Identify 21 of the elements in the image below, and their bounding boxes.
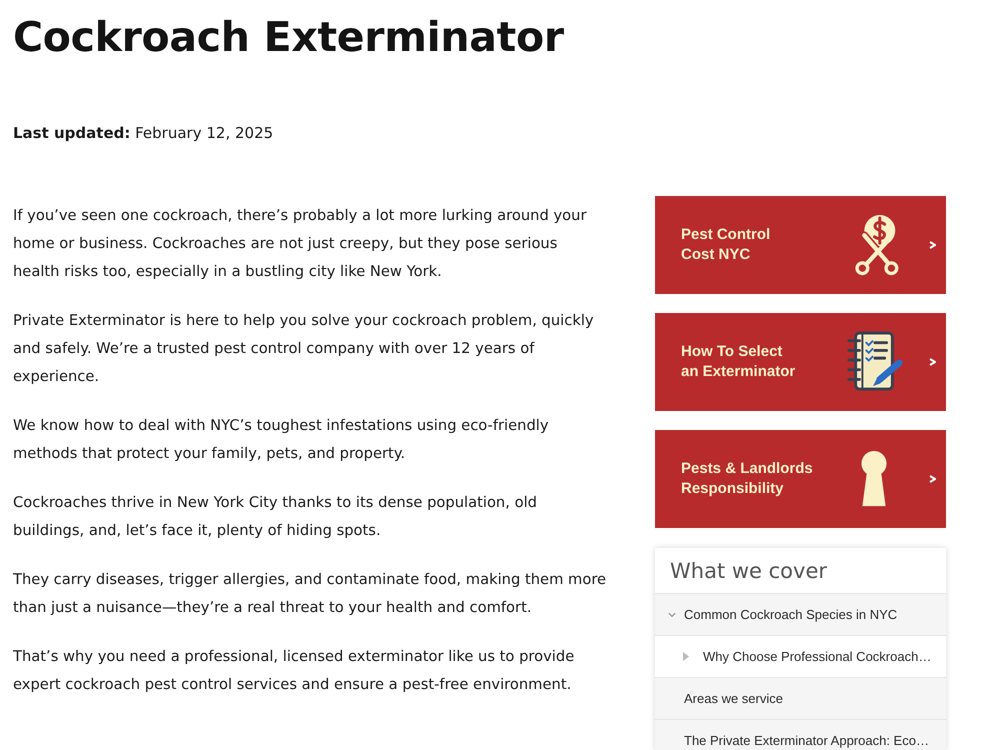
body-paragraph: If you’ve seen one cockroach, there’s probably a lot more lurking around your home or business. Cockroaches are not just creepy, but they pose serious health risks too, especially in a bustling city like New York. (13, 206, 588, 282)
caret-right-icon[interactable] (683, 652, 689, 661)
contents-link[interactable]: Areas we service (655, 677, 946, 719)
sidebar-link-card[interactable]: How To Select an Exterminator (655, 313, 946, 411)
chevron-right-icon (929, 475, 936, 483)
body-paragraph: Private Exterminator is here to help you solve your cockroach problem, quickly and safely. We’re a trusted pest control company with over 12 years of experience. (13, 311, 595, 387)
chevron-right-icon (929, 358, 936, 366)
body-paragraph: That’s why you need a professional, licensed exterminator like us to provide expert cockroach pest control services and ensure a pest-free environment. (13, 647, 576, 695)
page-title: Cockroach Exterminator (13, 12, 565, 63)
body-paragraph: We know how to deal with NYC’s toughest infestations using eco-friendly methods that protect your family, pets, and property. (13, 416, 550, 464)
chevron-right-icon (929, 241, 936, 249)
contents-link[interactable]: Common Cockroach Species in NYC (655, 594, 946, 635)
last-updated-text: Last updated: February 12, 2025 (13, 123, 274, 144)
chevron-down-icon[interactable] (668, 612, 676, 618)
contents-link[interactable]: The Private Exterminator Approach: Eco… (655, 719, 946, 750)
sidebar-link-card[interactable]: Pests & Landlords Responsibility (655, 430, 946, 528)
contents-link[interactable]: Why Choose Professional Cockroach… (655, 635, 946, 677)
sidebar-link-card[interactable]: Pest Control Cost NYC (655, 196, 946, 294)
notebook-checklist-icon (845, 331, 903, 393)
body-paragraph: Cockroaches thrive in New York City thanks to its dense population, old buildings, and, let’s face it, plenty of hiding spots. (13, 493, 538, 541)
body-paragraph: They carry diseases, trigger allergies, and contaminate food, making them more than just a nuisance—they’re a real threat to your health and comfort. (13, 570, 607, 618)
